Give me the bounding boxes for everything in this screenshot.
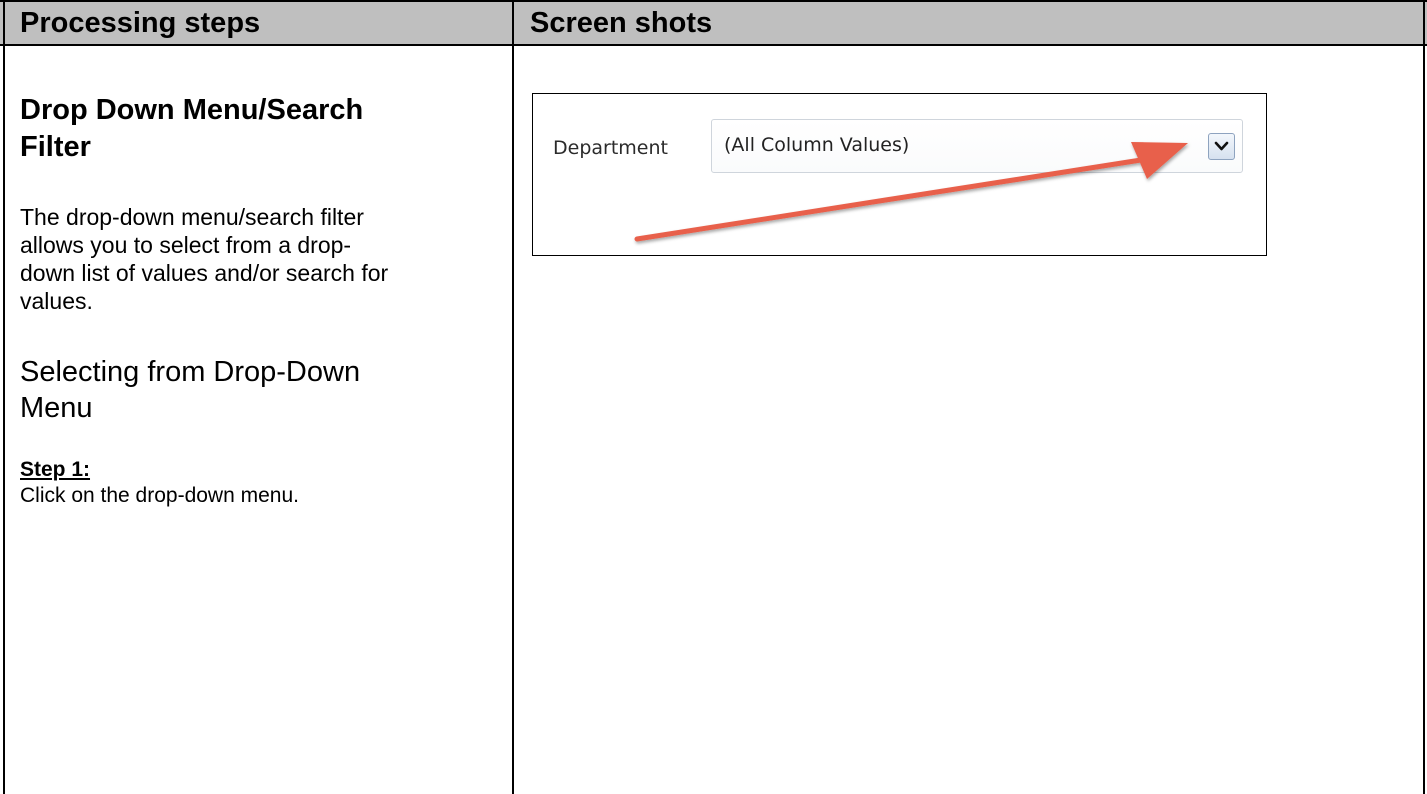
table-border-left <box>3 0 5 794</box>
section-title: Drop Down Menu/Search Filter <box>20 92 500 166</box>
screenshot-frame: Department (All Column Values) <box>532 93 1267 256</box>
section-title-line2: Filter <box>20 131 91 163</box>
header-processing-steps: Processing steps <box>20 7 261 39</box>
table-border-middle <box>512 0 514 794</box>
description-paragraph: The drop-down menu/search filter allows … <box>20 203 500 315</box>
processing-steps-cell: Drop Down Menu/Search Filter The drop-do… <box>20 92 500 509</box>
section-title-line1: Drop Down Menu/Search <box>20 94 364 126</box>
instruction-table: Processing steps Screen shots Drop Down … <box>0 0 1427 794</box>
subhead-line2: Menu <box>20 392 93 424</box>
step-text: Click on the drop-down menu. <box>20 484 299 507</box>
step-label: Step 1: <box>20 458 91 481</box>
subhead-line1: Selecting from Drop-Down <box>20 356 361 388</box>
subheading: Selecting from Drop-Down Menu <box>20 354 500 426</box>
header-row: Processing steps Screen shots <box>0 0 1427 46</box>
para-line2: allows you to select from a drop- <box>20 232 352 258</box>
para-line4: values. <box>20 288 93 314</box>
red-arrow-annotation <box>634 142 1188 242</box>
para-line1: The drop-down menu/search filter <box>20 204 364 230</box>
para-line3: down list of values and/or search for <box>20 260 389 286</box>
header-screen-shots: Screen shots <box>530 7 713 39</box>
table-border-right <box>1423 0 1425 794</box>
